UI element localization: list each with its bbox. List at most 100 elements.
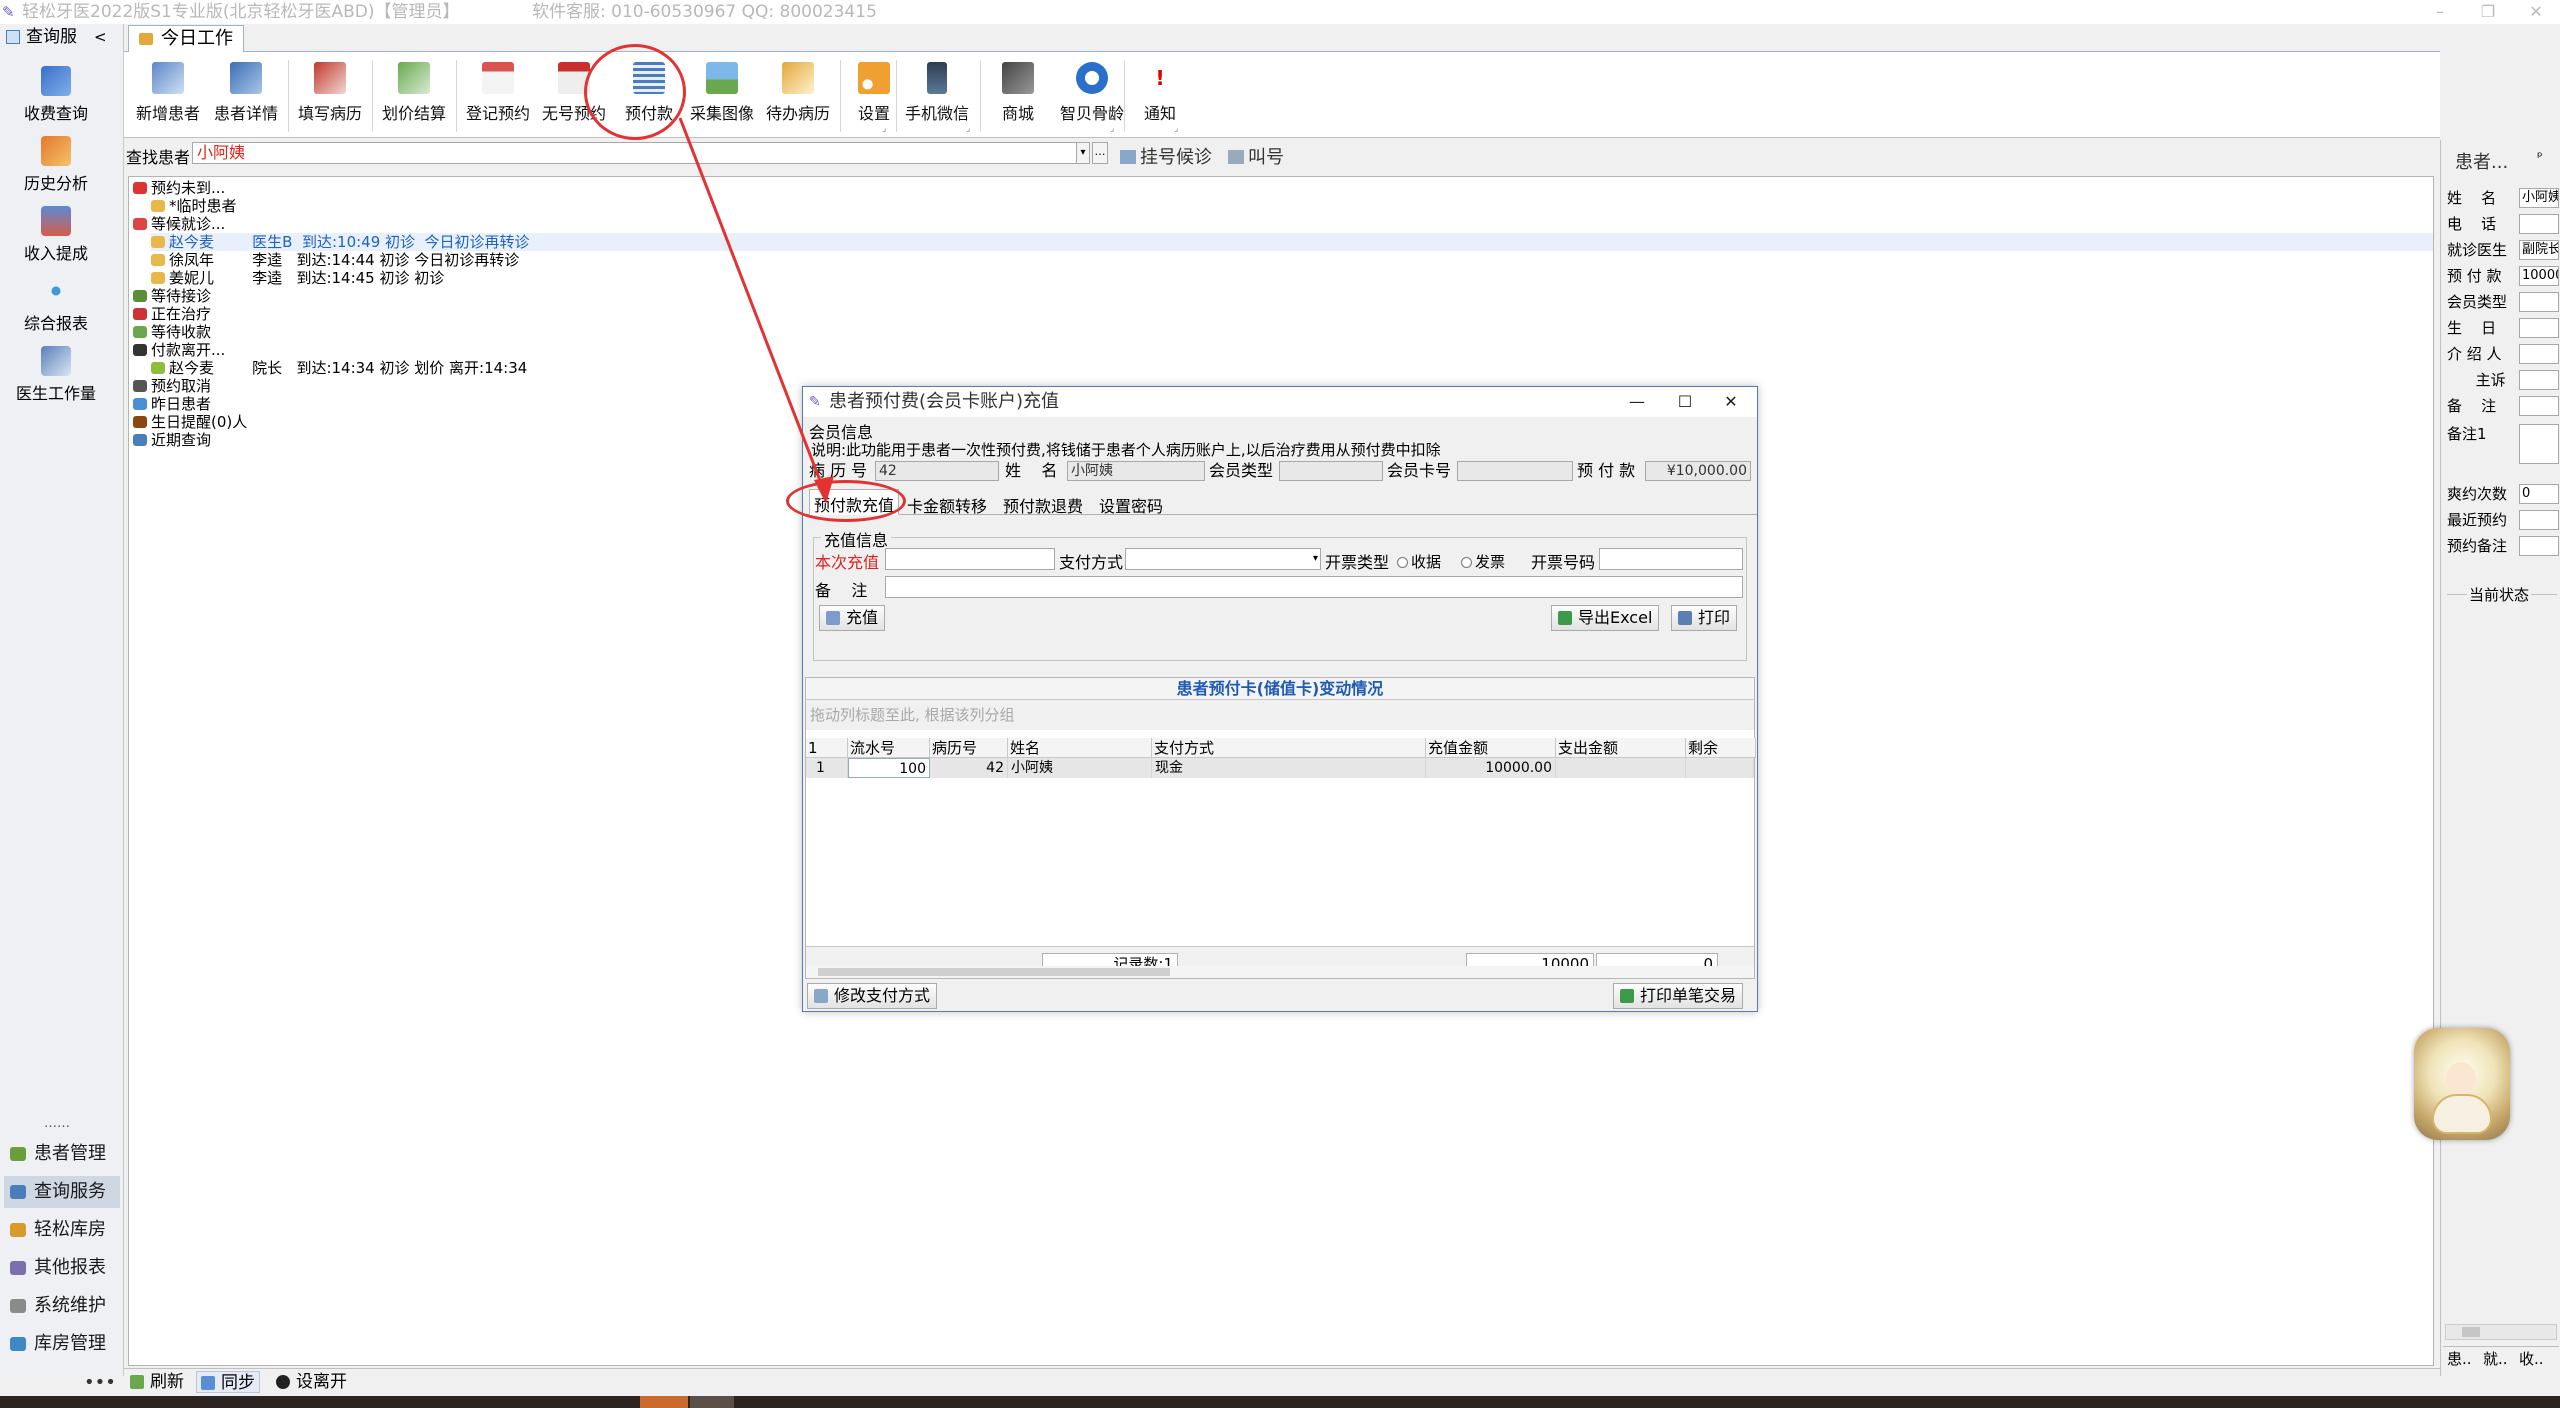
tab-charge[interactable]: 收.. [2519,1347,2544,1371]
todo-record-button[interactable]: 待办病历 [760,58,836,124]
nav-item-charge-query[interactable]: 收费查询 [0,66,112,124]
grid-hscrollbar[interactable] [806,966,1754,978]
nav-store[interactable]: 轻松库房 [4,1214,120,1246]
amount-input[interactable] [885,548,1055,570]
grid-cell[interactable] [1556,758,1686,778]
horizontal-scrollbar[interactable] [2445,1324,2557,1340]
info-value[interactable] [2519,292,2559,312]
print-single-button[interactable]: 打印单笔交易 [1613,983,1744,1009]
info-value[interactable] [2519,318,2559,338]
grid-cell[interactable]: 42 [930,758,1008,778]
state-value[interactable]: 0 [2519,484,2559,504]
tree-item[interactable]: 等候就诊... [133,215,2433,233]
invoice-radio[interactable]: 发票 [1461,551,1505,572]
mobile-wechat-button[interactable]: 手机微信 [900,58,974,124]
grid-column-header[interactable]: 支付方式 [1152,738,1426,758]
modify-pay-method-button[interactable]: 修改支付方式 [807,983,938,1009]
tab-prepay-refund[interactable]: 预付款退费 [999,491,1087,519]
scrollbar-thumb[interactable] [2462,1327,2480,1337]
patient-detail-button[interactable]: 患者详情 [208,58,284,124]
nav-other-reports[interactable]: 其他报表 [4,1252,120,1284]
nav-warehouse-management[interactable]: 库房管理 [4,1328,120,1360]
grid-column-header[interactable]: 姓名 [1008,738,1152,758]
nav-patients-management[interactable]: 患者管理 [4,1138,120,1170]
tree-item[interactable]: 姜妮儿 李逵 到达:14:45 初诊 初诊 [151,269,2433,287]
tree-item[interactable]: 付款离开... [133,341,2433,359]
tree-item[interactable]: 正在治疗 [133,305,2433,323]
tab-set-password[interactable]: 设置密码 [1095,491,1167,519]
nav-item-history-analysis[interactable]: 历史分析 [0,136,112,194]
tree-item[interactable]: 徐凤年 李逵 到达:14:44 初诊 今日初诊再转诊 [151,251,2433,269]
group-expand-icon[interactable]: ⌟ [1110,124,1120,134]
print-button[interactable]: 打印 [1671,605,1738,631]
tree-item[interactable]: *临时患者 [151,197,2433,215]
pricing-button[interactable]: 划价结算 [376,58,452,124]
grid-column-header[interactable]: 剩余 [1686,738,1756,758]
minimize-icon[interactable]: — [1613,387,1661,417]
state-value[interactable] [2519,536,2559,556]
grid-cell[interactable]: 10000.00 [1426,758,1556,778]
close-icon[interactable]: ✕ [1707,387,1755,417]
tree-item[interactable]: 赵今麦 院长 到达:14:34 初诊 划价 离开:14:34 [151,359,2433,377]
info-value[interactable] [2519,370,2559,390]
nav-item-doctor-workload[interactable]: 医生工作量 [0,346,112,404]
restore-icon[interactable]: ❐ [2468,0,2508,24]
taskbar-app[interactable] [690,1396,734,1408]
pay-method-select[interactable]: ▾ [1125,548,1321,570]
info-value[interactable]: 小阿姨 [2519,188,2559,208]
refresh-button[interactable]: 刷新 [126,1371,188,1393]
set-leave-button[interactable]: 设离开 [272,1371,351,1393]
group-expand-icon[interactable]: ⌟ [1174,124,1184,134]
queue-button[interactable]: 挂号候诊 [1120,143,1212,169]
bone-age-button[interactable]: 智贝骨龄 [1052,58,1132,124]
register-appointment-button[interactable]: 登记预约 [460,58,536,124]
nav-item-reports[interactable]: 综合报表 [0,276,112,334]
chevron-down-icon[interactable]: ▾ [1076,142,1090,164]
grid-cell[interactable]: 小阿姨 [1008,758,1152,778]
info-value[interactable]: 副院长 [2519,240,2559,260]
assistant-avatar[interactable] [2414,1028,2510,1140]
grid-cell[interactable] [1686,758,1754,778]
mall-button[interactable]: 商城 [986,58,1050,124]
minimize-icon[interactable]: – [2420,0,2460,24]
maximize-icon[interactable]: ☐ [1661,387,1709,417]
nav-system-maintenance[interactable]: 系统维护 [4,1290,120,1322]
info-value[interactable] [2519,424,2559,464]
info-value[interactable]: 10000 [2519,266,2559,286]
sync-button[interactable]: 同步 [196,1371,260,1393]
info-value[interactable] [2519,396,2559,416]
close-icon[interactable]: ✕ [2516,0,2556,24]
search-patient-input[interactable]: 小阿姨 [192,142,1088,164]
collapse-icon[interactable]: < [94,24,107,50]
export-excel-button[interactable]: 导出Excel [1551,605,1660,631]
group-expand-icon[interactable]: ⌟ [882,124,892,134]
tree-item[interactable]: 预约未到... [133,179,2433,197]
grid-cell[interactable]: 现金 [1152,758,1426,778]
nav-query-service[interactable]: 查询服务 [4,1176,120,1208]
medical-record-button[interactable]: 填写病历 [292,58,368,124]
tab-card-transfer[interactable]: 卡金额转移 [903,491,991,519]
grid-column-header[interactable]: 支出金额 [1556,738,1686,758]
receipt-radio[interactable]: 收据 [1397,551,1441,572]
add-patient-button[interactable]: 新增患者 [132,58,204,124]
charge-button[interactable]: 充值 [819,605,886,631]
grid-cell[interactable]: 100 [848,758,930,778]
notice-button[interactable]: ! 通知 [1132,58,1188,124]
tab-visit[interactable]: 就.. [2483,1347,2508,1371]
taskbar-app[interactable] [640,1396,688,1408]
tree-item[interactable]: 等待收款 [133,323,2433,341]
more-icon[interactable]: ••• [84,1372,116,1393]
state-value[interactable] [2519,510,2559,530]
tree-item[interactable]: 等待接诊 [133,287,2433,305]
nav-item-income-commission[interactable]: 收入提成 [0,206,112,264]
grid-column-header[interactable]: 充值金额 [1426,738,1556,758]
remark-input[interactable] [885,576,1743,598]
grid-column-header[interactable]: 病历号 [930,738,1008,758]
settings-button[interactable]: 设置 [844,58,904,124]
ellipsis-button[interactable]: … [1092,142,1108,164]
grid-column-header[interactable]: 流水号 [848,738,930,758]
grid-column-header[interactable]: 1 [806,738,848,758]
tab-today-work[interactable]: 今日工作 [128,25,244,53]
grid-cell[interactable]: 1 [806,758,848,778]
invoice-no-input[interactable] [1599,548,1743,570]
